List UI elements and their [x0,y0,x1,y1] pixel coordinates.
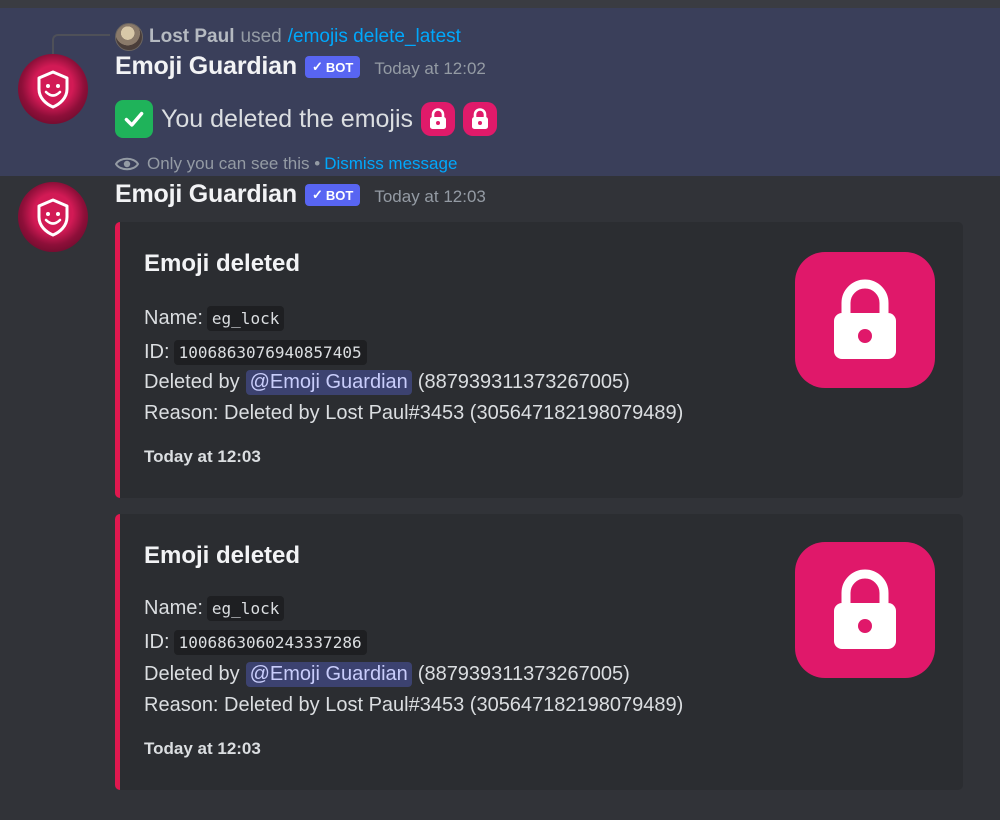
embed-id-field: ID: 1006863076940857405 [144,340,367,365]
verified-check-icon: ✓ [311,187,323,202]
emoji-id-code: 1006863060243337286 [173,630,367,655]
message-content: You deleted the emojis [115,100,498,138]
embed-card: Emoji deleted Name: eg_lock ID: 10068630… [115,222,963,498]
embed-footer-timestamp: Today at 12:03 [144,739,261,758]
deleted-by-id: (887939311373267005) [417,663,630,685]
embed-card: Emoji deleted Name: eg_lock ID: 10068630… [115,514,963,790]
deleted-by-label: Deleted by [144,371,240,393]
embed-reason-field: Reason: Deleted by Lost Paul#3453 (30564… [144,694,684,716]
message-header: Emoji Guardian ✓ BOT Today at 12:03 [115,180,486,209]
message-text: You deleted the emojis [161,104,414,133]
check-mark-icon [115,100,153,138]
reply-connector [52,34,110,56]
emoji-id-code: 1006863076940857405 [173,340,367,365]
message-timestamp[interactable]: Today at 12:02 [374,59,486,79]
message-header: Emoji Guardian ✓ BOT Today at 12:02 [115,52,486,81]
embed-title: Emoji deleted [144,542,301,569]
author-name[interactable]: Emoji Guardian [115,52,297,81]
id-label: ID: [144,631,170,653]
emoji-name-code: eg_lock [206,306,285,331]
bot-tag: ✓ BOT [304,56,361,78]
id-label: ID: [144,341,170,363]
name-label: Name: [144,597,203,619]
ephemeral-note: Only you can see this • Dismiss message [115,154,457,174]
embed-deleted-by-field: Deleted by @Emoji Guardian (887939311373… [144,370,630,395]
verified-check-icon: ✓ [311,59,323,74]
bot-tag-label: BOT [325,187,354,203]
user-mention[interactable]: @Emoji Guardian [245,662,412,687]
lock-icon[interactable] [795,542,935,678]
eye-icon [115,157,139,171]
previous-message-edge [0,0,1000,8]
lock-icon[interactable] [463,102,498,136]
lock-icon[interactable] [795,252,935,388]
bot-avatar[interactable] [18,182,88,252]
emoji-name-code: eg_lock [206,596,285,621]
reply-avatar[interactable] [115,23,143,51]
embed-name-field: Name: eg_lock [144,306,285,331]
embed-name-field: Name: eg_lock [144,596,285,621]
user-mention[interactable]: @Emoji Guardian [245,370,412,395]
bot-tag-label: BOT [325,59,354,75]
name-label: Name: [144,307,203,329]
ephemeral-message: Lost Paul used /emojis delete_latest Emo… [0,8,1000,176]
reply-used-text: used [240,26,282,47]
reply-author[interactable]: Lost Paul [149,26,235,48]
reply-command[interactable]: /emojis delete_latest [288,26,461,48]
shield-smile-icon [37,198,69,237]
shield-smile-icon [37,70,69,109]
deleted-by-id: (887939311373267005) [417,371,630,393]
reply-reference[interactable]: Lost Paul used /emojis delete_latest [115,22,461,52]
deleted-by-label: Deleted by [144,663,240,685]
embed-title: Emoji deleted [144,250,301,277]
embed-reason-field: Reason: Deleted by Lost Paul#3453 (30564… [144,402,684,424]
embed-id-field: ID: 1006863060243337286 [144,630,367,655]
message-timestamp[interactable]: Today at 12:03 [374,187,486,207]
ephemeral-note-text: Only you can see this • [147,154,321,173]
dismiss-message-link[interactable]: Dismiss message [324,154,457,174]
embed-footer-timestamp: Today at 12:03 [144,447,261,466]
embed-deleted-by-field: Deleted by @Emoji Guardian (887939311373… [144,662,630,687]
lock-icon[interactable] [421,102,456,136]
bot-tag: ✓ BOT [304,184,361,206]
bot-avatar[interactable] [18,54,88,124]
author-name[interactable]: Emoji Guardian [115,180,297,209]
